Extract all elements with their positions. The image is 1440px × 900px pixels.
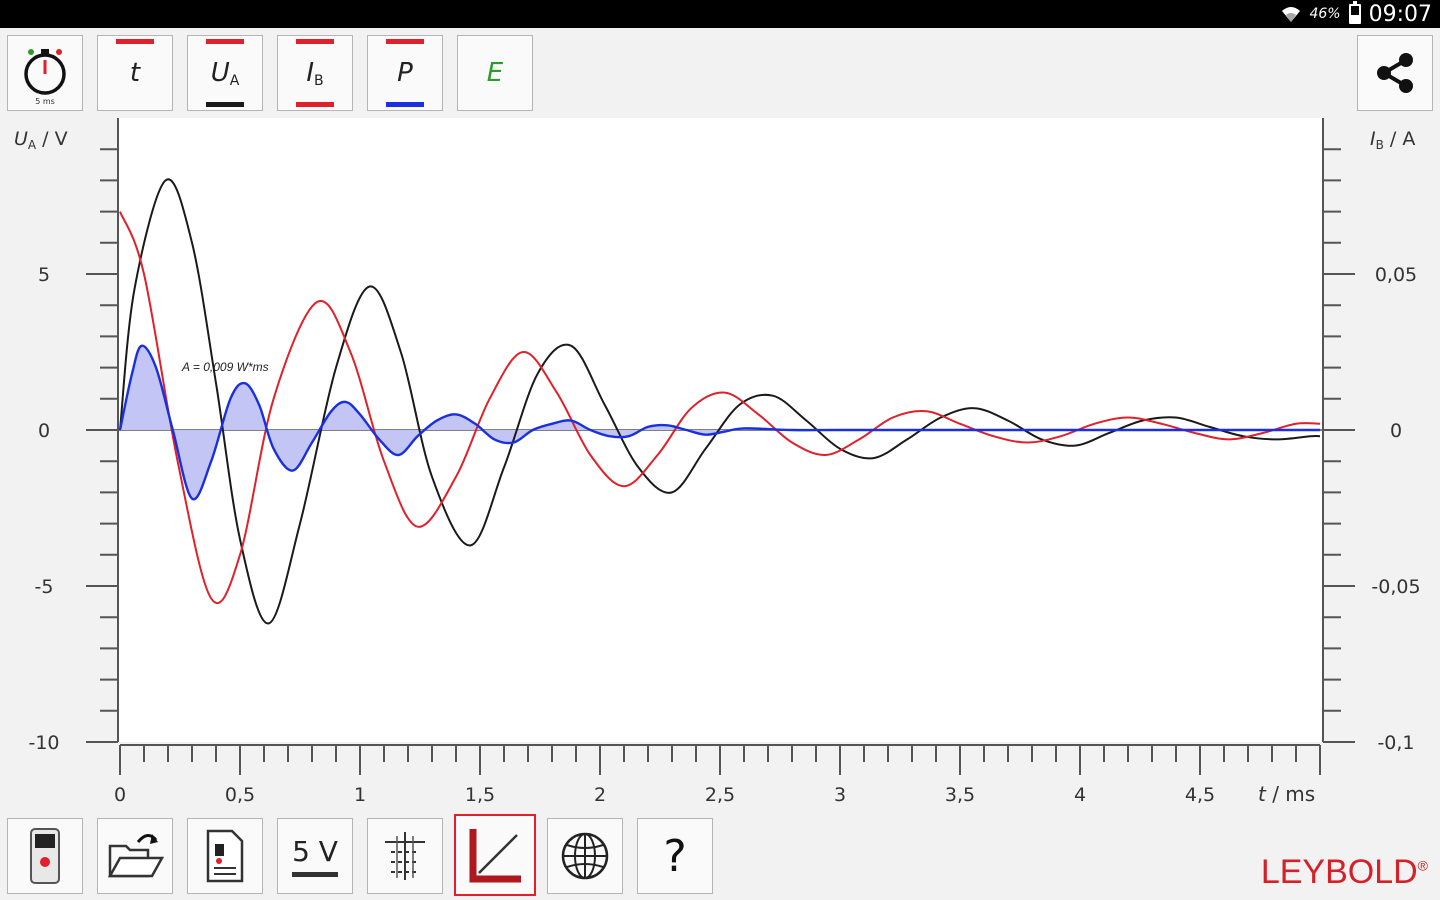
x-tick-label: 3 xyxy=(834,784,846,806)
help-button[interactable]: ? xyxy=(637,818,713,894)
x-tick-label: 1 xyxy=(354,784,366,806)
y-right-label: IB / A xyxy=(1370,128,1415,152)
x-axis-label: t / ms xyxy=(1258,782,1315,806)
document-icon xyxy=(206,829,244,883)
help-icon: ? xyxy=(663,830,687,882)
x-tick-label: 4,5 xyxy=(1185,784,1215,806)
graph-view-button[interactable] xyxy=(454,814,536,896)
y-left-tick-label: 0 xyxy=(38,420,50,442)
y-right-tick-label: -0,05 xyxy=(1371,576,1420,598)
x-tick-label: 3,5 xyxy=(945,784,975,806)
y-right-tick-label: 0,05 xyxy=(1375,264,1417,286)
y-left-label: UA / V xyxy=(14,128,68,152)
x-tick-label: 0,5 xyxy=(225,784,255,806)
y-right-tick-label: 0 xyxy=(1390,420,1402,442)
y-left-tick-label: -10 xyxy=(28,732,59,754)
x-tick-label: 2 xyxy=(594,784,606,806)
range-5v-button[interactable]: 5 V xyxy=(277,818,353,894)
device-button[interactable] xyxy=(7,818,83,894)
x-tick-label: 0 xyxy=(114,784,126,806)
x-tick-label: 4 xyxy=(1074,784,1086,806)
device-icon xyxy=(30,828,60,884)
y-left-tick-label: -5 xyxy=(35,576,54,598)
cursor-settings-button[interactable] xyxy=(367,818,443,894)
range-5v-icon: 5 V xyxy=(292,835,338,877)
globe-icon xyxy=(561,832,609,880)
open-file-button[interactable] xyxy=(97,818,173,894)
area-annotation: A = 0,009 W*ms xyxy=(181,360,269,374)
y-left-tick-label: 5 xyxy=(38,264,50,286)
y-right-tick-label: -0,1 xyxy=(1377,732,1414,754)
range-underline xyxy=(292,872,338,877)
folder-open-icon xyxy=(107,834,165,878)
language-button[interactable] xyxy=(547,818,623,894)
brand-logo: LEYBOLD® xyxy=(1260,853,1428,891)
export-document-button[interactable] xyxy=(187,818,263,894)
x-tick-label: 1,5 xyxy=(465,784,495,806)
cursor-grid-icon xyxy=(385,832,425,880)
range-label: 5 V xyxy=(292,835,338,868)
x-tick-label: 2,5 xyxy=(705,784,735,806)
graph-axes-icon xyxy=(469,829,521,883)
measurement-chart[interactable]: 5 0 -5 -10 0,05 0 -0,05 -0,1 0 0,5 1 1,5 2 2,5 3 3,5 4 4,… xyxy=(0,0,1440,900)
